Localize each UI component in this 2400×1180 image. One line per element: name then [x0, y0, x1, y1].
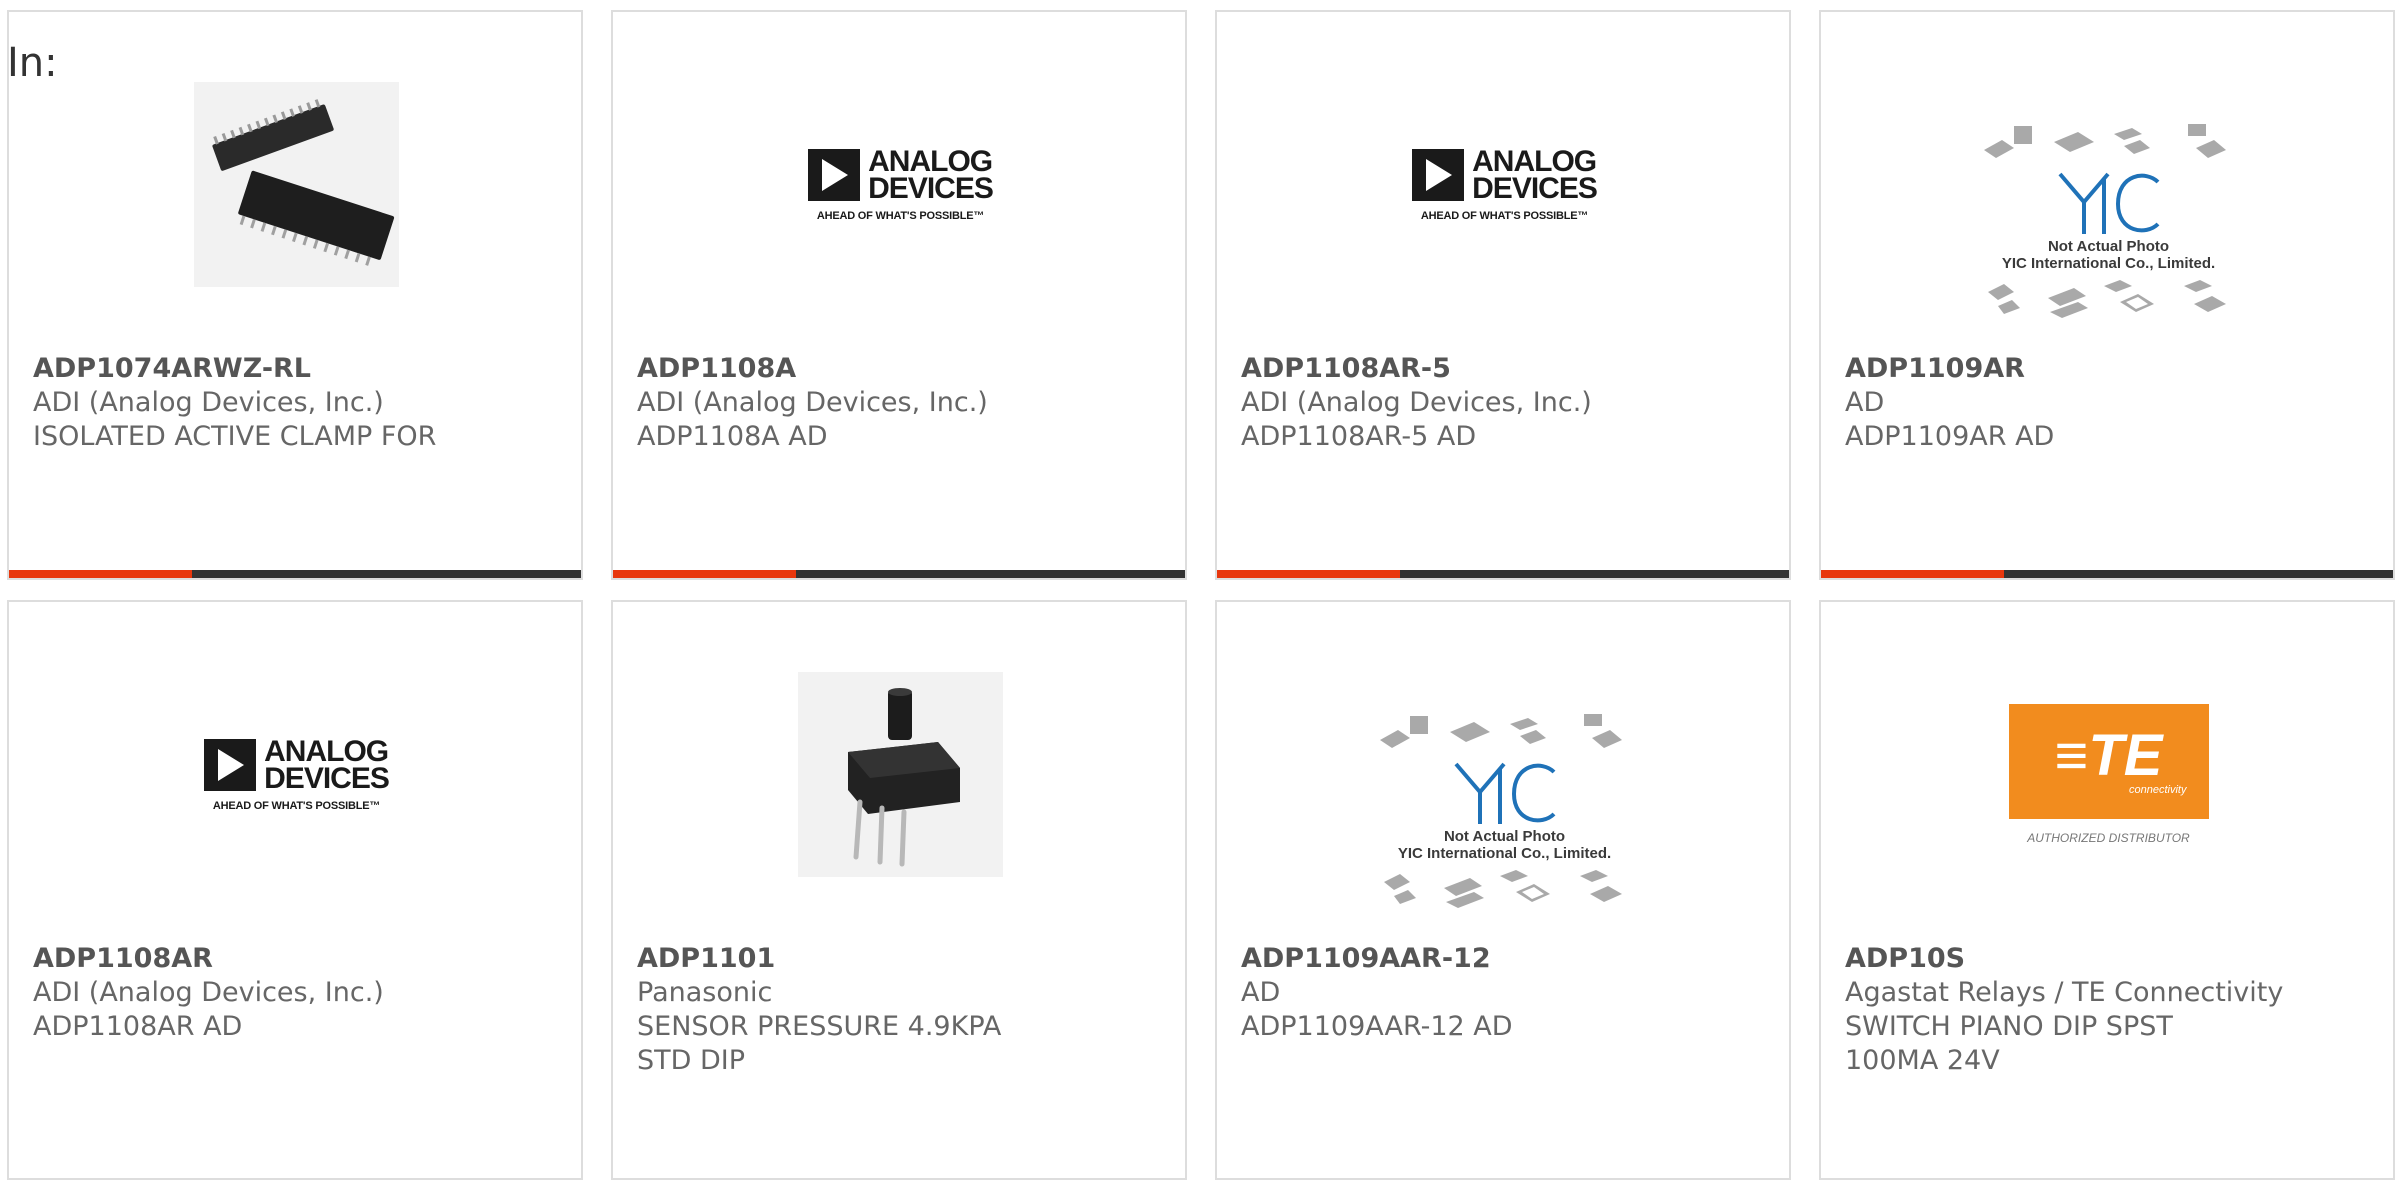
card-bar — [1217, 570, 1789, 578]
part-number[interactable]: ADP1109AR — [1845, 352, 2365, 386]
component-packages-icon-bottom — [1383, 870, 1622, 908]
part-number[interactable]: ADP1108A — [637, 352, 1157, 386]
card-bar-accent — [1821, 570, 2004, 578]
yic-placeholder-logo: Not Actual Photo YIC International Co., … — [1974, 120, 2244, 324]
manufacturer: Agastat Relays / TE Connectivity — [1845, 977, 2284, 1008]
not-actual-photo-text: Not Actual Photo — [1443, 828, 1566, 845]
part-number[interactable]: ADP1109AAR-12 — [1241, 942, 1761, 976]
logo-word-1: ANALOG — [1472, 144, 1597, 178]
card-bar-accent — [9, 570, 192, 578]
card-bar — [9, 570, 581, 578]
product-image[interactable]: ANALOG DEVICES AHEAD OF WHAT'S POSSIBLE™ — [1402, 82, 1607, 287]
logo-word-1: ANALOG — [264, 734, 389, 768]
not-actual-photo-text: Not Actual Photo — [2047, 238, 2170, 255]
yic-monogram-icon — [2057, 172, 2159, 234]
yic-company-text: YIC International Co., Limited. — [2001, 255, 2216, 272]
product-card-adp10s[interactable]: ≡TE connectivity AUTHORIZED DISTRIBUTOR … — [1819, 600, 2395, 1180]
description: ADP1109AAR-12 AD — [1241, 1011, 1513, 1042]
yic-monogram-icon — [1453, 762, 1555, 824]
te-logo-subtext: connectivity — [2129, 783, 2187, 796]
product-card-adp1109aar-12[interactable]: Not Actual Photo YIC International Co., … — [1215, 600, 1791, 1180]
description: ADP1109AR AD — [1845, 421, 2055, 452]
manufacturer: ADI (Analog Devices, Inc.) — [33, 387, 384, 418]
product-card-adp1108ar-5[interactable]: ANALOG DEVICES AHEAD OF WHAT'S POSSIBLE™… — [1215, 10, 1791, 580]
yic-company-text: YIC International Co., Limited. — [1397, 845, 1612, 862]
ic-chip-icon — [194, 82, 399, 287]
card-bar — [1821, 570, 2393, 578]
component-packages-icon-bottom — [1987, 280, 2226, 318]
logo-word-2: DEVICES — [1472, 171, 1598, 205]
component-packages-icon — [1983, 124, 2226, 158]
description: ADP1108AR-5 AD — [1241, 421, 1477, 452]
product-image[interactable] — [194, 82, 399, 287]
authorized-distributor-text: AUTHORIZED DISTRIBUTOR — [2027, 831, 2190, 845]
product-image[interactable]: Not Actual Photo YIC International Co., … — [1971, 97, 2246, 347]
product-image[interactable] — [798, 672, 1003, 877]
manufacturer: ADI (Analog Devices, Inc.) — [637, 387, 988, 418]
product-card-adp1108a[interactable]: ANALOG DEVICES AHEAD OF WHAT'S POSSIBLE™… — [611, 10, 1187, 580]
manufacturer: ADI (Analog Devices, Inc.) — [1241, 387, 1592, 418]
analog-devices-logo: ANALOG DEVICES AHEAD OF WHAT'S POSSIBLE™ — [204, 734, 390, 812]
description: ADP1108A AD — [637, 421, 828, 452]
part-number[interactable]: ADP1108AR — [33, 942, 553, 976]
logo-word-1: ANALOG — [868, 144, 993, 178]
product-card-adp1101[interactable]: ADP1101 Panasonic SENSOR PRESSURE 4.9KPA… — [611, 600, 1187, 1180]
analog-devices-triangle-icon — [1412, 148, 1465, 201]
analog-devices-triangle-icon — [808, 148, 861, 201]
product-card-adp1108ar[interactable]: ANALOG DEVICES AHEAD OF WHAT'S POSSIBLE™… — [7, 600, 583, 1180]
logo-word-2: DEVICES — [264, 761, 390, 795]
part-number[interactable]: ADP1101 — [637, 942, 1157, 976]
analog-devices-triangle-icon — [204, 738, 257, 791]
part-number[interactable]: ADP1108AR-5 — [1241, 352, 1761, 386]
card-bar-accent — [1217, 570, 1400, 578]
te-connectivity-logo: ≡TE connectivity AUTHORIZED DISTRIBUTOR — [2008, 704, 2209, 845]
description: SENSOR PRESSURE 4.9KPA STD DIP — [637, 1011, 1002, 1076]
analog-devices-logo: ANALOG DEVICES AHEAD OF WHAT'S POSSIBLE™ — [1412, 144, 1598, 222]
te-logo-mark: ≡TE — [2054, 722, 2163, 788]
part-number[interactable]: ADP10S — [1845, 942, 2365, 976]
manufacturer: ADI (Analog Devices, Inc.) — [33, 977, 384, 1008]
pressure-sensor-icon — [798, 672, 1003, 877]
manufacturer: Panasonic — [637, 977, 773, 1008]
component-packages-icon — [1379, 714, 1622, 748]
product-card-adp1109ar[interactable]: Not Actual Photo YIC International Co., … — [1819, 10, 2395, 580]
product-image[interactable]: ANALOG DEVICES AHEAD OF WHAT'S POSSIBLE™ — [798, 82, 1003, 287]
in-label: In: — [7, 40, 58, 86]
logo-tagline: AHEAD OF WHAT'S POSSIBLE™ — [816, 209, 985, 222]
logo-tagline: AHEAD OF WHAT'S POSSIBLE™ — [212, 799, 381, 812]
manufacturer: AD — [1845, 387, 1885, 418]
part-number[interactable]: ADP1074ARWZ-RL — [33, 352, 553, 386]
card-bar-accent — [613, 570, 796, 578]
product-image[interactable]: ANALOG DEVICES AHEAD OF WHAT'S POSSIBLE™ — [194, 672, 399, 877]
product-image[interactable]: Not Actual Photo YIC International Co., … — [1367, 687, 1642, 937]
card-bar — [613, 570, 1185, 578]
logo-word-2: DEVICES — [868, 171, 994, 205]
description: ISOLATED ACTIVE CLAMP FOR — [33, 421, 437, 452]
yic-placeholder-logo: Not Actual Photo YIC International Co., … — [1370, 710, 1640, 914]
description: ADP1108AR AD — [33, 1011, 243, 1042]
product-card-adp1074arwz-rl[interactable]: ADP1074ARWZ-RL ADI (Analog Devices, Inc.… — [7, 10, 583, 580]
product-image[interactable]: ≡TE connectivity AUTHORIZED DISTRIBUTOR — [2006, 672, 2211, 877]
manufacturer: AD — [1241, 977, 1281, 1008]
analog-devices-logo: ANALOG DEVICES AHEAD OF WHAT'S POSSIBLE™ — [808, 144, 994, 222]
logo-tagline: AHEAD OF WHAT'S POSSIBLE™ — [1420, 209, 1589, 222]
description: SWITCH PIANO DIP SPST 100MA 24V — [1845, 1011, 2173, 1076]
